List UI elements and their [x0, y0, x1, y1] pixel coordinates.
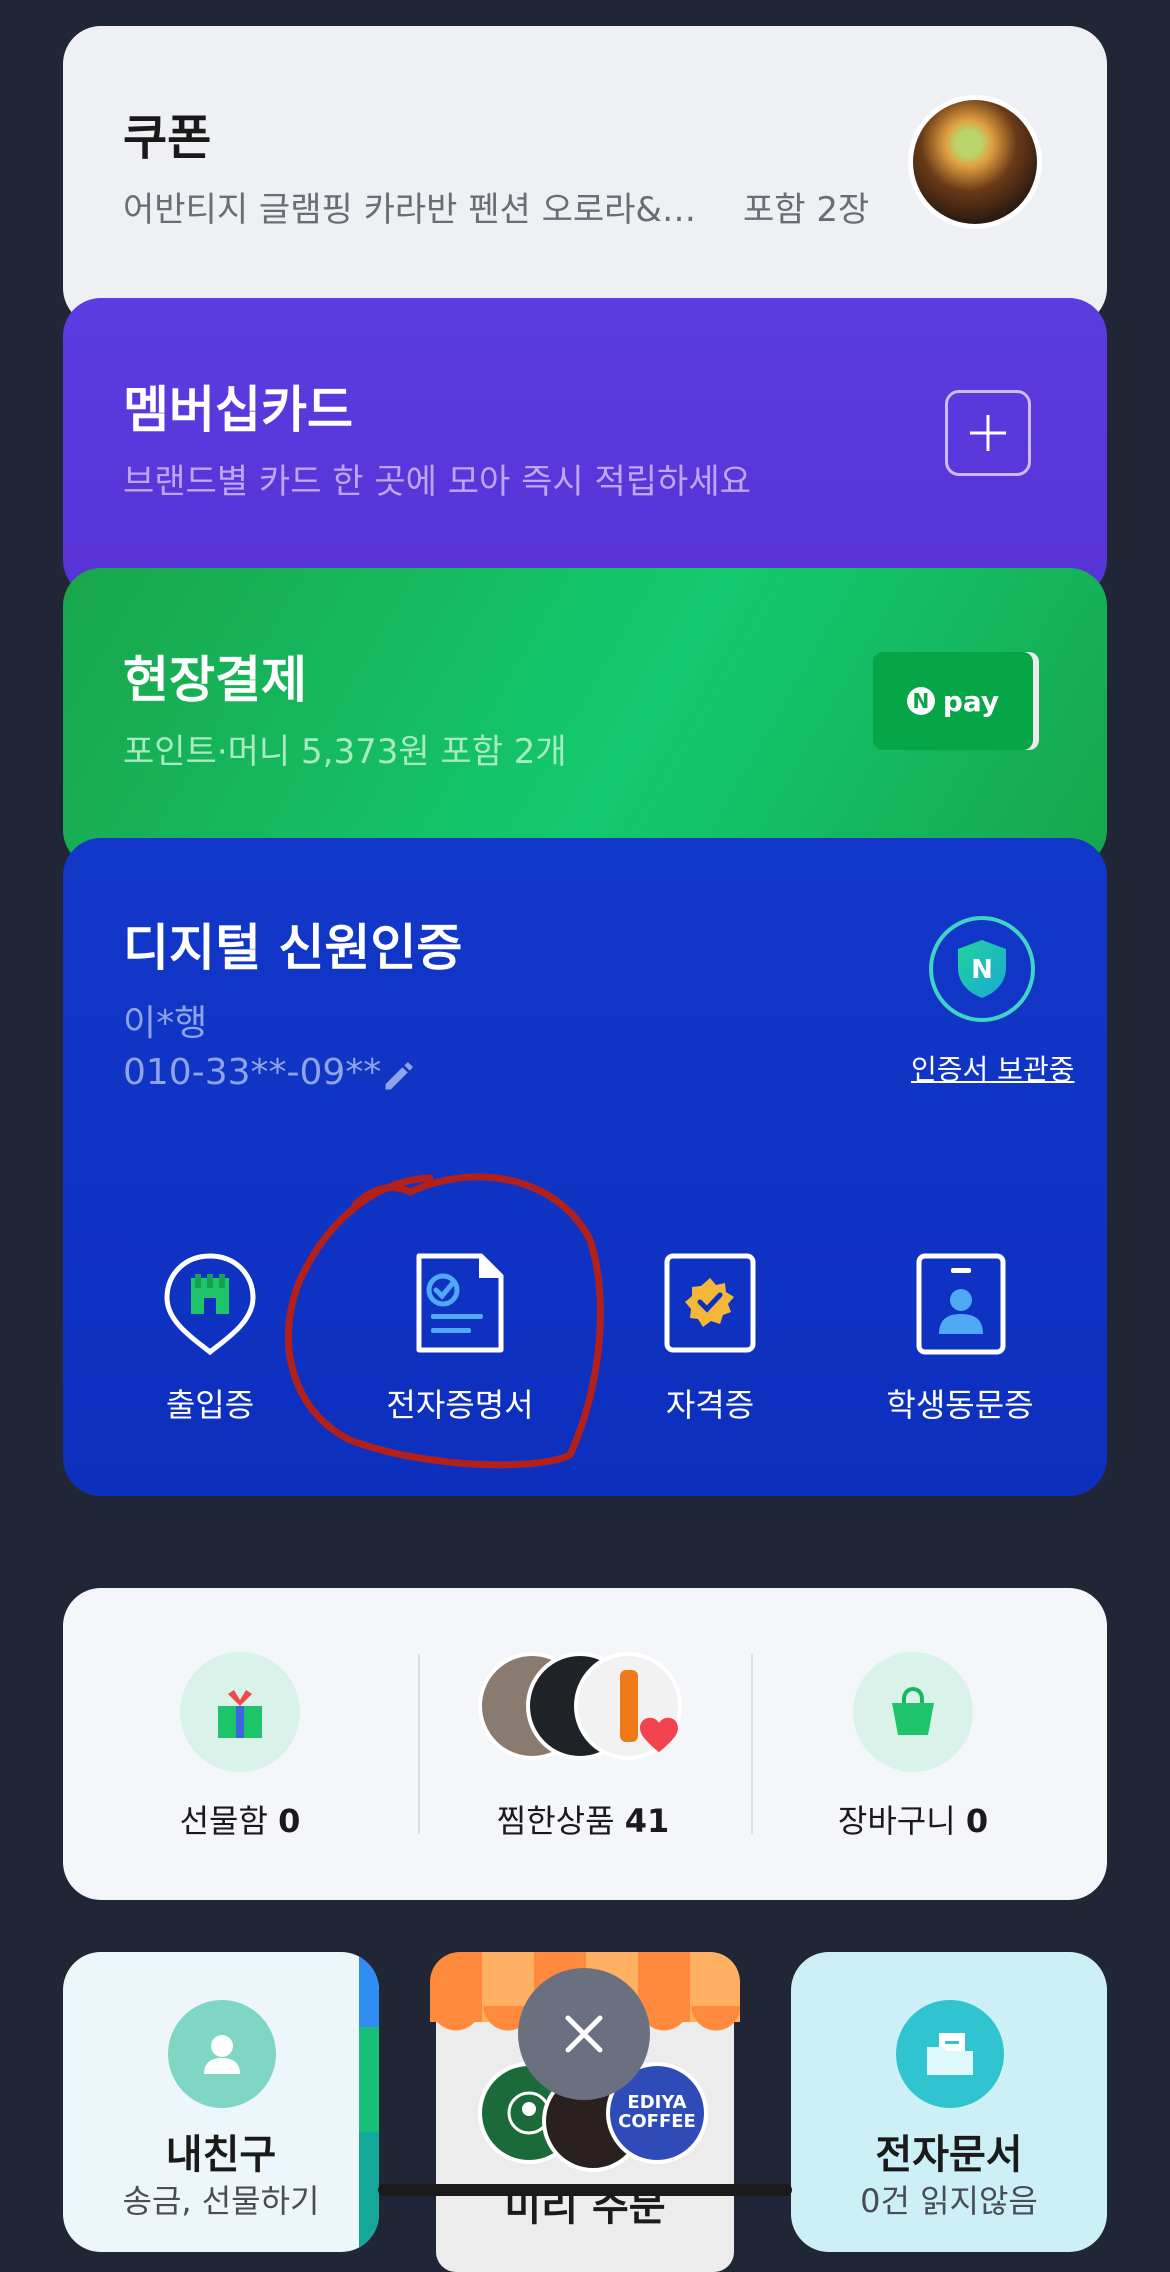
digital-id-card[interactable]: 디지털 신원인증 이*행 010-33**-09** N 인증서 보관중 출입증	[63, 838, 1107, 1496]
wishlist-label: 찜한상품	[496, 1802, 615, 1840]
shopping-card: 선물함 0 찜한상품 41 장바구니 0	[63, 1588, 1107, 1900]
gift-icon	[180, 1652, 300, 1772]
wishlist-count: 41	[624, 1802, 670, 1840]
divider	[418, 1654, 420, 1834]
coupon-title: 쿠폰	[123, 110, 212, 166]
npay-logo-icon: N	[906, 687, 935, 715]
folder-icon	[896, 2000, 1004, 2108]
onsite-subtitle: 포인트·머니 5,373원 포함 2개	[123, 732, 567, 772]
e-documents-title: 전자문서	[875, 2132, 1023, 2178]
student-id-label: 학생동문증	[886, 1386, 1034, 1424]
membership-subtitle: 브랜드별 카드 한 곳에 모아 즉시 적립하세요	[123, 462, 751, 502]
coupon-count: 포함 2장	[743, 190, 870, 230]
heart-icon	[640, 1717, 678, 1753]
gift-label: 선물함	[179, 1802, 268, 1840]
npay-label: pay	[942, 684, 1000, 718]
membership-title: 멤버십카드	[123, 381, 353, 439]
user-name: 이*행	[123, 1003, 208, 1044]
close-button[interactable]	[518, 1968, 650, 2100]
cert-storage-link[interactable]: 인증서 보관중	[911, 1048, 1074, 1088]
onsite-payment-card[interactable]: 현장결제 포인트·머니 5,373원 포함 2개 N pay	[63, 568, 1107, 868]
entry-pass-label: 출입증	[165, 1386, 255, 1424]
e-documents-tile[interactable]: 전자문서 0건 읽지않음	[791, 1952, 1107, 2252]
wishlist-thumbnails	[478, 1652, 688, 1772]
user-phone: 010-33**-09**	[123, 1052, 382, 1093]
license-icon	[664, 1253, 756, 1353]
license-label: 자격증	[665, 1386, 755, 1424]
license-button[interactable]: 자격증	[585, 1248, 835, 1426]
divider	[751, 1654, 753, 1834]
gift-box-button[interactable]: 선물함 0	[90, 1652, 390, 1842]
membership-card[interactable]: 멤버십카드 브랜드별 카드 한 곳에 모아 즉시 적립하세요	[63, 298, 1107, 598]
person-icon	[168, 2000, 276, 2108]
pencil-icon[interactable]	[381, 1058, 417, 1094]
wishlist-button[interactable]: 찜한상품 41	[433, 1652, 733, 1842]
home-indicator	[378, 2184, 792, 2196]
preorder-title: 미리 주문	[504, 2184, 666, 2230]
npay-card[interactable]: N pay	[873, 652, 1033, 750]
friends-title: 내친구	[165, 2132, 277, 2178]
entry-pass-button[interactable]: 출입증	[85, 1248, 335, 1426]
digital-id-title: 디지털 신원인증	[123, 919, 463, 977]
e-documents-subtitle: 0건 읽지않음	[860, 2182, 1038, 2220]
onsite-title: 현장결제	[123, 651, 307, 709]
plus-icon[interactable]	[945, 390, 1031, 476]
coupon-subtitle: 어반티지 글램핑 카라반 펜션 오로라&…	[123, 190, 696, 230]
e-certificate-button[interactable]: 전자증명서	[335, 1248, 585, 1426]
entry-pass-icon	[164, 1253, 256, 1356]
coupon-card[interactable]: 쿠폰 어반티지 글램핑 카라반 펜션 오로라&… 포함 2장	[63, 26, 1107, 326]
coupon-thumbnail	[913, 100, 1037, 224]
certificate-badge[interactable]: N	[929, 916, 1035, 1022]
shield-letter: N	[971, 955, 993, 985]
gift-count: 0	[278, 1802, 301, 1840]
e-certificate-label: 전자증명서	[386, 1386, 534, 1424]
friends-tile[interactable]: 내친구 송금, 선물하기	[63, 1952, 379, 2252]
e-certificate-icon	[416, 1253, 504, 1353]
cart-button[interactable]: 장바구니 0	[763, 1652, 1063, 1842]
cart-icon	[853, 1652, 973, 1772]
student-id-icon	[916, 1253, 1006, 1355]
cart-label: 장바구니	[837, 1802, 956, 1840]
student-id-button[interactable]: 학생동문증	[835, 1248, 1085, 1426]
friends-subtitle: 송금, 선물하기	[122, 2182, 320, 2220]
close-icon	[565, 2015, 603, 2053]
shield-icon: N	[958, 940, 1006, 998]
cart-count: 0	[965, 1802, 989, 1840]
